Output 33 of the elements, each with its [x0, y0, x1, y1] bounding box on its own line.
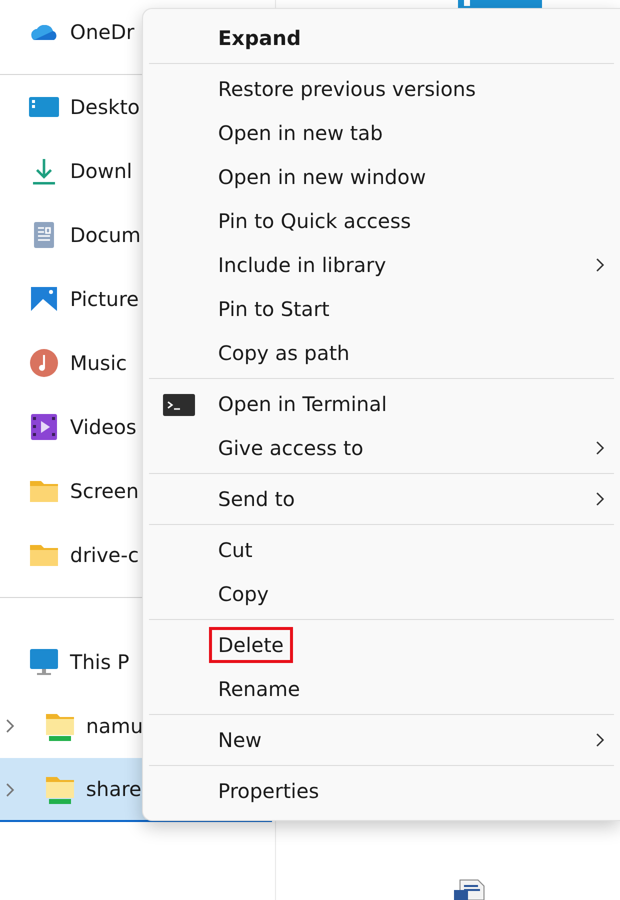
navigation-label: Docum — [70, 222, 141, 249]
navigation-label: Downl — [70, 158, 132, 185]
terminal-icon — [163, 394, 195, 416]
menu-item[interactable]: Pin to Start — [149, 287, 615, 331]
navigation-label: Videos — [70, 414, 136, 441]
navigation-label: drive-c — [70, 542, 139, 569]
navigation-label: Picture — [70, 286, 139, 313]
navigation-label: OneDr — [70, 19, 134, 46]
navigation-label: This P — [70, 649, 130, 676]
navigation-label: Screen — [70, 478, 139, 505]
menu-item[interactable]: Rename — [149, 667, 615, 711]
menu-item[interactable]: Open in Terminal — [149, 382, 615, 426]
music-icon — [28, 347, 60, 379]
navigation-label: Deskto — [70, 94, 140, 121]
video-icon — [28, 411, 60, 443]
menu-item[interactable]: Copy — [149, 572, 615, 616]
chevron-icon[interactable] — [4, 782, 16, 798]
menu-item[interactable]: Pin to Quick access — [149, 199, 615, 243]
menu-item[interactable]: Expand — [149, 16, 615, 60]
menu-item[interactable]: Open in new tab — [149, 111, 615, 155]
menu-item[interactable]: Cut — [149, 528, 615, 572]
menu-item[interactable]: Open in new window — [149, 155, 615, 199]
menu-item[interactable]: Include in library — [149, 243, 615, 287]
menu-item[interactable]: Give access to — [149, 426, 615, 470]
menu-item[interactable]: Send to — [149, 477, 615, 521]
menu-item[interactable]: Copy as path — [149, 331, 615, 375]
chevron-icon[interactable] — [4, 718, 16, 734]
navigation-label: share — [86, 776, 142, 803]
navigation-label: namu — [86, 713, 144, 740]
navigation-label: Music — [70, 350, 127, 377]
menu-item[interactable]: Restore previous versions — [149, 67, 615, 111]
monitor-icon — [28, 646, 60, 678]
menu-item[interactable]: Delete — [149, 623, 615, 667]
